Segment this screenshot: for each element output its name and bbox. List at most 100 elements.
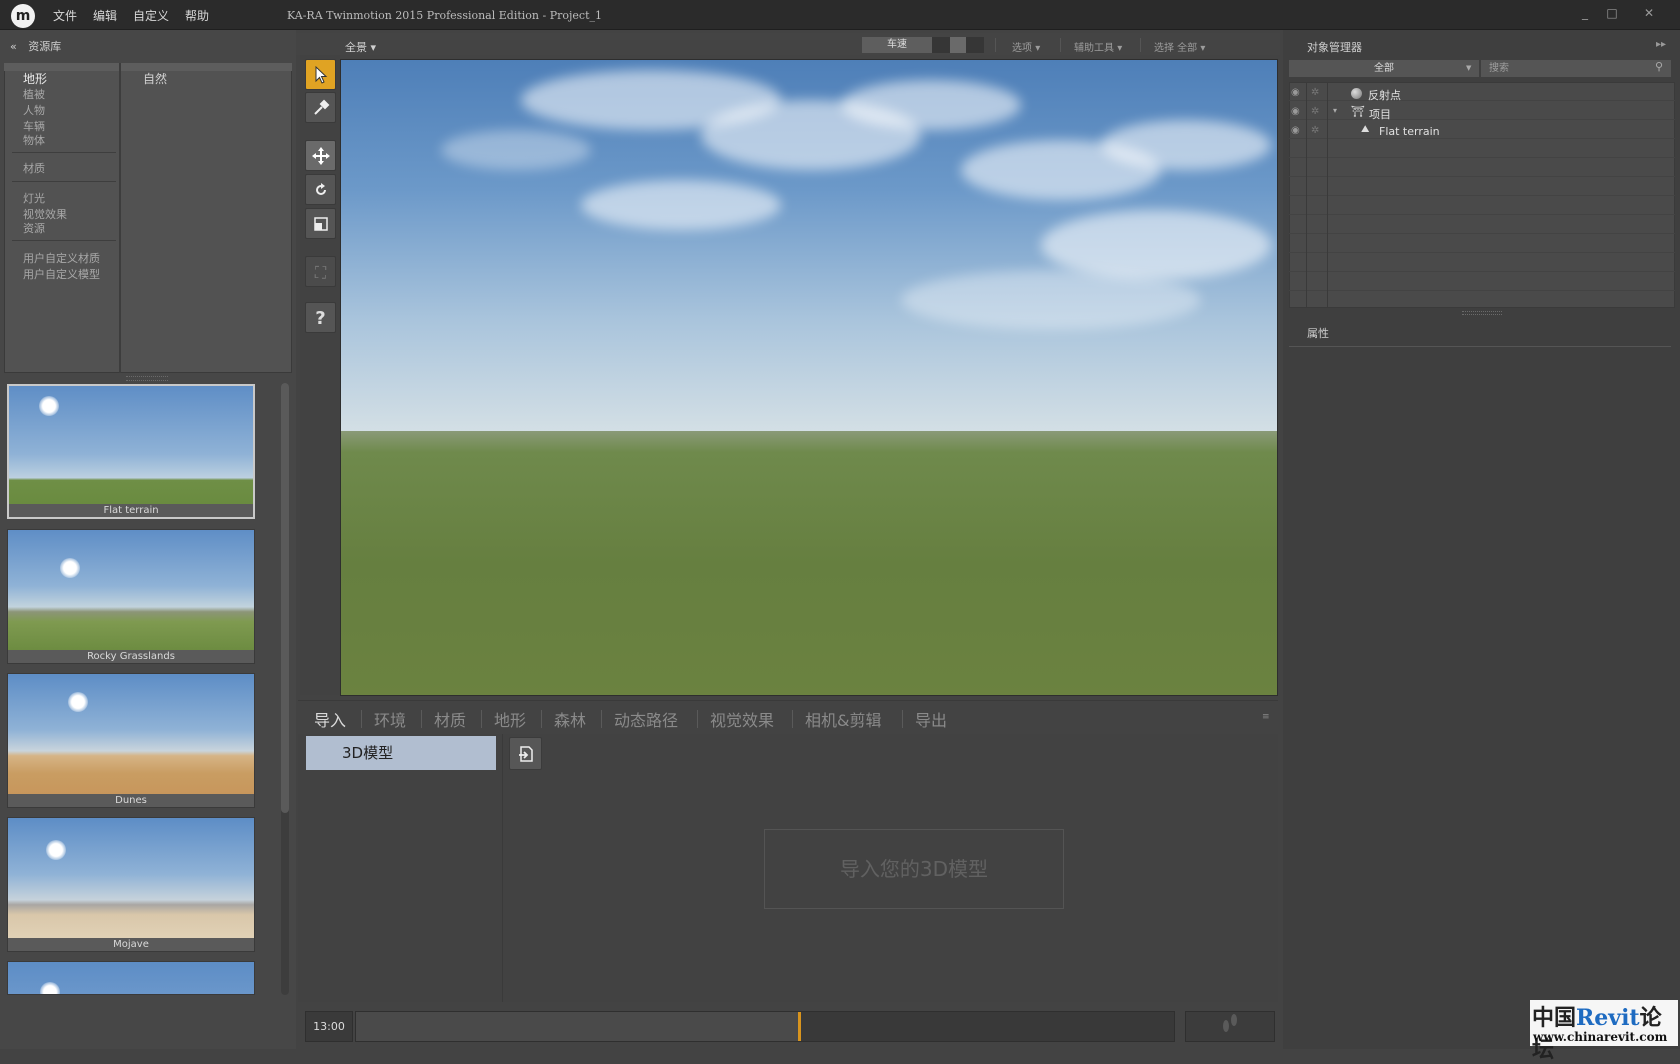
tab-materials[interactable]: 材质 xyxy=(434,707,466,731)
time-slider-handle[interactable] xyxy=(798,1012,801,1041)
category-objects[interactable]: 物体 xyxy=(23,132,45,148)
collapse-panel-icon[interactable]: ≡ xyxy=(1262,712,1270,722)
category-vegetation[interactable]: 植被 xyxy=(23,86,45,102)
tab-export[interactable]: 导出 xyxy=(915,707,947,731)
collapse-panel-icon[interactable]: ▸▸ xyxy=(1656,39,1666,50)
panel-splitter[interactable] xyxy=(126,376,168,381)
thumbnail-mojave[interactable]: Mojave xyxy=(7,817,255,952)
import-file-icon[interactable] xyxy=(509,737,542,770)
helpers-dropdown[interactable]: 辅助工具 ▾ xyxy=(1074,39,1122,54)
subcategory-nature[interactable]: 自然 xyxy=(143,70,167,87)
minimize-button[interactable]: _ xyxy=(1570,3,1600,23)
category-terrain[interactable]: 地形 xyxy=(23,70,47,87)
tree-row xyxy=(1289,234,1675,253)
search-icon[interactable]: ⚲ xyxy=(1655,60,1663,73)
thumbnail-rocky-grasslands[interactable]: Rocky Grasslands xyxy=(7,529,255,664)
tree-item-flat-terrain[interactable]: Flat terrain xyxy=(1379,125,1440,138)
thumbnail-caption: Mojave xyxy=(8,938,254,951)
tab-environment[interactable]: 环境 xyxy=(374,707,406,731)
sun-icon xyxy=(68,692,88,712)
tab-dynamic-path[interactable]: 动态路径 xyxy=(614,707,678,731)
menu-file[interactable]: 文件 xyxy=(53,7,77,24)
subcategory-column xyxy=(125,63,292,373)
search-input[interactable]: 搜索 xyxy=(1481,60,1671,77)
fit-view-icon[interactable]: ⛶ xyxy=(305,256,336,287)
sky xyxy=(341,60,1277,431)
time-slider-fill xyxy=(356,1012,798,1041)
category-user-models[interactable]: 用户自定义模型 xyxy=(23,266,100,282)
eyedropper-icon[interactable] xyxy=(305,92,336,123)
divider xyxy=(541,710,542,728)
lock-star-icon[interactable]: ✲ xyxy=(1311,125,1319,136)
category-lights[interactable]: 灯光 xyxy=(23,190,45,206)
tree-item-reflection-probe[interactable]: 反射点 xyxy=(1368,87,1401,103)
twinmotion-logo-icon[interactable]: m xyxy=(11,4,35,28)
category-resources[interactable]: 资源 xyxy=(23,220,45,236)
speed-car-button[interactable]: 车速 xyxy=(862,37,932,53)
scale-icon[interactable] xyxy=(305,208,336,239)
chevron-down-icon[interactable]: ▾ xyxy=(1333,106,1337,115)
cloud xyxy=(441,130,591,170)
tree-row xyxy=(1289,158,1675,177)
tree-item-project[interactable]: 项目 xyxy=(1369,106,1391,122)
options-dropdown[interactable]: 选项 ▾ xyxy=(1012,39,1040,54)
visibility-eye-icon[interactable]: ◉ xyxy=(1291,125,1300,136)
sun-icon xyxy=(60,558,80,578)
divider xyxy=(601,710,602,728)
import-3d-model-item[interactable]: 3D模型 xyxy=(306,736,496,770)
lock-star-icon[interactable]: ✲ xyxy=(1311,106,1319,117)
watermark-url: www.chinarevit.com xyxy=(1533,1030,1668,1044)
time-display[interactable]: 13:00 xyxy=(305,1011,353,1042)
category-user-materials[interactable]: 用户自定义材质 xyxy=(23,250,100,266)
move-icon[interactable] xyxy=(305,140,336,171)
thumbnail-caption: Flat terrain xyxy=(9,504,253,517)
menu-help[interactable]: 帮助 xyxy=(185,7,209,24)
menu-edit[interactable]: 编辑 xyxy=(93,7,117,24)
tab-terrain[interactable]: 地形 xyxy=(494,707,526,731)
thumbnail-flat-terrain[interactable]: Flat terrain xyxy=(7,384,255,519)
cloud xyxy=(1101,120,1271,170)
category-materials[interactable]: 材质 xyxy=(23,160,45,176)
close-button[interactable]: ✕ xyxy=(1634,3,1664,23)
thumbnail-caption: Dunes xyxy=(8,794,254,807)
object-manager-title: 对象管理器 xyxy=(1307,41,1362,54)
thumbnail-partial[interactable] xyxy=(7,961,255,995)
menu-customize[interactable]: 自定义 xyxy=(133,7,169,24)
chevron-down-icon[interactable]: ▼ xyxy=(1466,64,1471,72)
library-scrollbar[interactable] xyxy=(281,383,289,813)
tab-visual-effects[interactable]: 视觉效果 xyxy=(710,707,774,731)
maximize-button[interactable]: □ xyxy=(1597,3,1627,23)
walk-mode-icon[interactable] xyxy=(1185,1011,1275,1042)
import-drop-zone[interactable]: 导入您的3D模型 xyxy=(764,829,1064,909)
tab-forest[interactable]: 森林 xyxy=(554,707,586,731)
tree-row xyxy=(1289,177,1675,196)
rotate-icon[interactable] xyxy=(305,174,336,205)
speed-slider-handle[interactable] xyxy=(950,37,966,53)
lock-star-icon[interactable]: ✲ xyxy=(1311,87,1319,98)
thumbnail-image xyxy=(8,674,254,798)
tab-import[interactable]: 导入 xyxy=(314,707,346,731)
select-all-dropdown[interactable]: 选择 全部 ▾ xyxy=(1154,39,1205,54)
visibility-eye-icon[interactable]: ◉ xyxy=(1291,87,1300,98)
view-dropdown[interactable]: 全景 ▾ xyxy=(345,39,376,55)
tree-row xyxy=(1289,82,1675,101)
filter-dropdown[interactable]: 全部 xyxy=(1289,60,1479,77)
divider xyxy=(12,240,116,241)
tree-row xyxy=(1289,215,1675,234)
divider xyxy=(421,710,422,728)
select-arrow-icon[interactable] xyxy=(305,59,336,90)
visibility-eye-icon[interactable]: ◉ xyxy=(1291,106,1300,117)
collapse-icon[interactable]: « xyxy=(10,40,17,53)
category-people[interactable]: 人物 xyxy=(23,102,45,118)
divider xyxy=(481,710,482,728)
tree-row xyxy=(1289,139,1675,158)
sun-icon xyxy=(39,396,59,416)
divider xyxy=(12,181,116,182)
sun-icon xyxy=(40,982,60,994)
3d-viewport[interactable] xyxy=(340,59,1278,696)
tab-camera-clips[interactable]: 相机&剪辑 xyxy=(805,707,881,731)
project-icon: ⛩ xyxy=(1351,105,1365,118)
help-icon[interactable]: ? xyxy=(305,302,336,333)
panel-splitter[interactable] xyxy=(1462,311,1502,315)
thumbnail-dunes[interactable]: Dunes xyxy=(7,673,255,808)
